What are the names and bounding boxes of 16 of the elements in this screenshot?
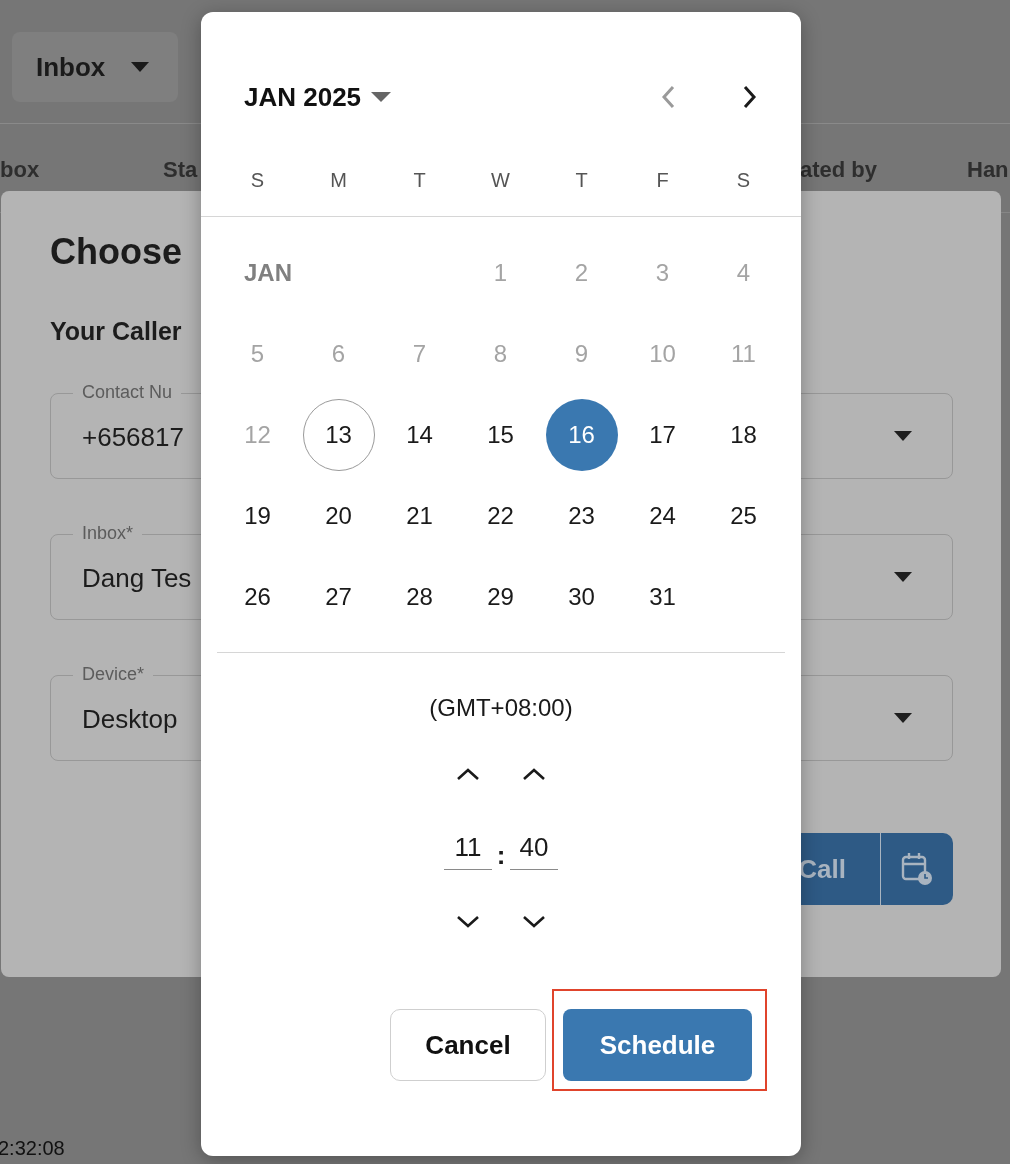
- time-separator: :: [496, 839, 506, 871]
- weekday-label: T: [574, 168, 589, 192]
- column-header: Han: [967, 157, 1009, 183]
- dialog-title: Choose: [50, 231, 182, 274]
- column-header: box: [0, 157, 40, 183]
- month-label: JAN: [243, 258, 293, 287]
- weekday-label: S: [735, 168, 752, 192]
- weekday-label: T: [412, 168, 427, 192]
- column-header: ated by: [800, 157, 878, 183]
- weekday-label: S: [249, 168, 266, 192]
- timezone-label: (GMT+08:00): [428, 694, 574, 722]
- weekday-label: F: [655, 168, 670, 192]
- weekday-label: W: [490, 168, 511, 192]
- section-heading: Your Caller: [50, 317, 182, 347]
- weekday-label: M: [329, 168, 348, 192]
- column-header: Sta: [163, 157, 198, 183]
